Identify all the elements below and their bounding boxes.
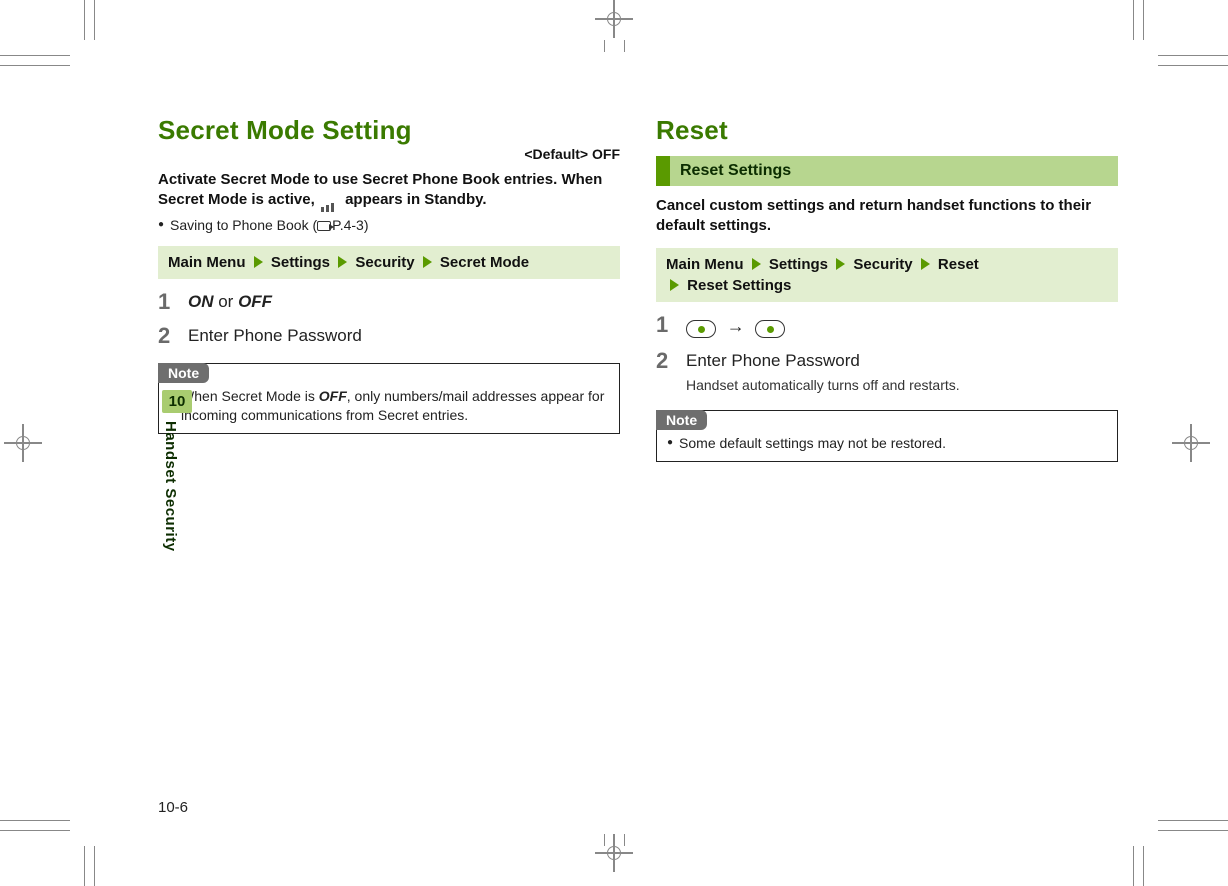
nav-item: Reset: [938, 256, 979, 273]
note-label: Note: [656, 410, 707, 430]
chevron-right-icon: [423, 256, 432, 268]
chevron-right-icon: [254, 256, 263, 268]
heading-reset: Reset: [656, 115, 1118, 146]
note-box: Note ● When Secret Mode is OFF, only num…: [158, 363, 620, 434]
step-number: 1: [656, 314, 674, 336]
nav-item: Main Menu: [168, 254, 246, 271]
chapter-title: Handset Security: [162, 421, 179, 552]
chapter-tab: 10 Handset Security: [162, 390, 192, 552]
step-number: 1: [158, 291, 176, 313]
bullet-ref: P.4-3): [332, 217, 368, 233]
option-on: ON: [188, 292, 214, 311]
step-body: Enter Phone Password: [188, 325, 362, 347]
step-1: 1 ON or OFF: [158, 291, 620, 313]
option-or: or: [214, 292, 239, 311]
chevron-right-icon: [836, 258, 845, 270]
nav-item: Security: [355, 254, 414, 271]
step-1: 1 →: [656, 314, 1118, 339]
heading-secret-mode: Secret Mode Setting: [158, 115, 620, 146]
breadcrumb-reset: Main Menu Settings Security Reset Reset …: [656, 248, 1118, 302]
section-bar: Reset Settings: [656, 156, 1118, 186]
section-title: Reset Settings: [680, 162, 791, 180]
note-text: When Secret Mode is OFF, only numbers/ma…: [181, 387, 609, 425]
chevron-right-icon: [338, 256, 347, 268]
default-tag: <Default> OFF: [158, 146, 620, 162]
step-2: 2 Enter Phone Password: [158, 325, 620, 347]
step-number: 2: [656, 350, 674, 372]
intro-secret: Activate Secret Mode to use Secret Phone…: [158, 170, 620, 210]
intro-reset: Cancel custom settings and return handse…: [656, 196, 1118, 236]
nav-item: Security: [853, 256, 912, 273]
chevron-right-icon: [921, 258, 930, 270]
note-box: Note ● Some default settings may not be …: [656, 410, 1118, 462]
manual-page: 10 Handset Security Secret Mode Setting …: [100, 60, 1128, 826]
chapter-number: 10: [162, 390, 192, 413]
note-text: Some default settings may not be restore…: [679, 434, 946, 453]
nav-item: Secret Mode: [440, 254, 529, 271]
step-number: 2: [158, 325, 176, 347]
bullet-text: Saving to Phone Book (: [170, 217, 317, 233]
intro-text-2: appears in Standby.: [345, 191, 486, 208]
cross-reference-icon: [317, 221, 331, 231]
chevron-right-icon: [670, 279, 679, 291]
step-2: 2 Enter Phone Password Handset automatic…: [656, 350, 1118, 394]
center-key-icon: [755, 320, 785, 338]
bullet-dot-icon: ●: [158, 216, 164, 234]
center-key-icon: [686, 320, 716, 338]
step-subtext: Handset automatically turns off and rest…: [686, 376, 960, 394]
arrow-right-icon: →: [727, 315, 745, 338]
step-body: →: [686, 314, 785, 339]
nav-item: Reset Settings: [687, 277, 791, 294]
nav-item: Settings: [271, 254, 330, 271]
right-column: Reset Reset Settings Cancel custom setti…: [656, 115, 1118, 462]
secret-indicator-icon: [321, 192, 339, 202]
nav-item: Main Menu: [666, 256, 744, 273]
chevron-right-icon: [752, 258, 761, 270]
nav-item: Settings: [769, 256, 828, 273]
left-column: Secret Mode Setting <Default> OFF Activa…: [158, 115, 620, 462]
bullet-saving: ● Saving to Phone Book ( P.4-3): [158, 216, 620, 234]
page-number: 10-6: [158, 799, 188, 816]
bullet-dot-icon: ●: [667, 434, 673, 453]
section-accent: [656, 156, 670, 186]
step-body: ON or OFF: [188, 291, 272, 313]
option-off: OFF: [238, 292, 272, 311]
note-label: Note: [158, 363, 209, 383]
step-body: Enter Phone Password Handset automatical…: [686, 350, 960, 394]
breadcrumb-secret: Main Menu Settings Security Secret Mode: [158, 246, 620, 279]
